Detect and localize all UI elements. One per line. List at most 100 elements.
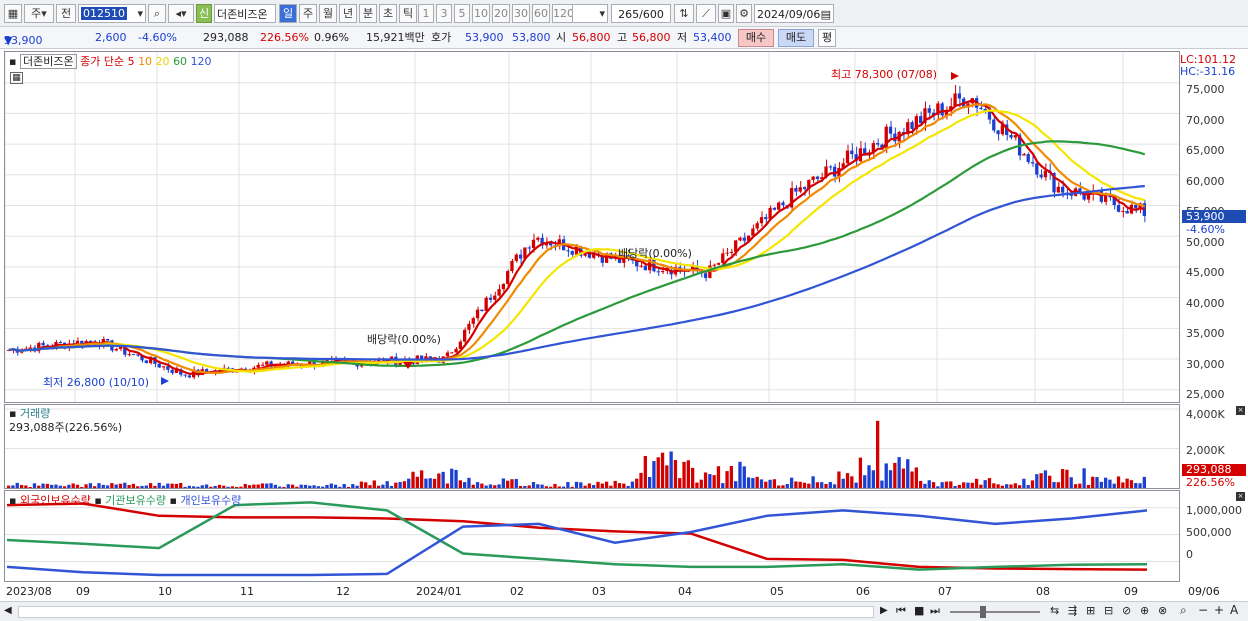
volume-panel[interactable]: ▪ 거래량 293,088주(226.56%) xyxy=(4,404,1180,489)
candle xyxy=(953,93,957,107)
prev-button[interactable]: 전 xyxy=(56,4,76,23)
volume-bar xyxy=(613,480,617,488)
volume-bar xyxy=(37,485,41,488)
volume-bar xyxy=(936,486,940,488)
volume-bar xyxy=(226,486,230,488)
layout-icon[interactable]: ▦ xyxy=(4,4,22,23)
table-icon[interactable]: ▦ xyxy=(10,72,23,84)
zoom-in-icon[interactable]: + xyxy=(1214,603,1224,617)
period-tab-5[interactable]: 초 xyxy=(379,4,397,23)
new-badge[interactable]: 신 xyxy=(196,4,212,23)
stock-name-field[interactable]: 더존비즈온 xyxy=(214,4,276,23)
forward-icon[interactable]: ⏭ xyxy=(930,604,940,618)
volume-bar xyxy=(699,479,703,488)
font-size-icon[interactable]: A xyxy=(1230,603,1238,617)
zoom-search-icon[interactable]: ⌕ xyxy=(1180,603,1187,618)
code-input[interactable]: 012510 ▾ xyxy=(78,4,146,23)
volume-bar xyxy=(1112,483,1116,488)
volume-bar xyxy=(1095,477,1099,488)
market-select[interactable]: 주▾ xyxy=(24,4,54,23)
save-icon[interactable]: ▣ xyxy=(718,4,734,23)
count-field[interactable]: 265/600 xyxy=(611,4,671,23)
volume-bar xyxy=(209,486,213,488)
price-panel[interactable]: ▪ 더존비즈온 종가 단순 5 10 20 60 120 ▦ 최고 78,300… xyxy=(4,51,1180,403)
search-icon[interactable]: ⌕ xyxy=(148,4,166,23)
period-tab-6[interactable]: 틱 xyxy=(399,4,417,23)
zoom-slider[interactable] xyxy=(950,611,1040,613)
period-tab-0[interactable]: 일 xyxy=(279,4,297,23)
volume-bar xyxy=(523,485,527,488)
volume-bar xyxy=(708,474,712,488)
tool-icon[interactable]: ⊗ xyxy=(1158,604,1167,617)
interval-button-1[interactable]: 3 xyxy=(436,4,452,23)
candle xyxy=(514,254,518,261)
volume-bar xyxy=(269,483,273,488)
scroll-track[interactable] xyxy=(18,606,874,618)
scroll-left-icon[interactable]: ◀ xyxy=(4,605,12,616)
volume-bar xyxy=(136,486,140,488)
interval-button-5[interactable]: 30 xyxy=(512,4,530,23)
candle xyxy=(660,271,665,273)
volume-bar xyxy=(863,475,867,488)
candle xyxy=(798,187,802,192)
volume-bar xyxy=(127,485,131,488)
volume-bar xyxy=(931,482,936,488)
volume-tick-4000k: 4,000K xyxy=(1186,408,1225,421)
volume-bar xyxy=(832,484,837,488)
candle xyxy=(480,309,484,312)
avg-button[interactable]: 평 xyxy=(818,29,836,47)
volume-bar xyxy=(570,486,574,488)
tool-icon[interactable]: ⊟ xyxy=(1104,604,1113,617)
tool-icon[interactable]: ⊕ xyxy=(1140,604,1149,617)
tool-icon[interactable]: ⇆ xyxy=(1050,604,1059,617)
interval-button-4[interactable]: 20 xyxy=(492,4,510,23)
tool-icon[interactable]: ⊞ xyxy=(1086,604,1095,617)
interval-button-7[interactable]: 120 xyxy=(552,4,574,23)
zoom-out-icon[interactable]: − xyxy=(1198,603,1208,617)
gear-icon[interactable]: ⚙ xyxy=(736,4,752,23)
count-value: 265 xyxy=(618,8,640,21)
candle xyxy=(144,360,148,364)
rewind-icon[interactable]: ⏮ xyxy=(896,604,906,618)
volume-bar xyxy=(501,478,506,488)
buy-button[interactable]: 매수 xyxy=(738,29,774,47)
zoom-slider-handle[interactable] xyxy=(980,606,986,618)
period-tab-1[interactable]: 주 xyxy=(299,4,317,23)
x-axis-label: 12 xyxy=(336,585,350,598)
close-icon[interactable]: × xyxy=(1236,406,1245,415)
scroll-right-icon[interactable]: ▶ xyxy=(880,605,888,616)
interval-select[interactable]: ▾ xyxy=(572,4,608,23)
volume-bar xyxy=(549,486,553,488)
price-tick: 30,000 xyxy=(1186,357,1225,371)
tool-icon[interactable]: ⊘ xyxy=(1122,604,1131,617)
speaker-icon[interactable]: ◂▾ xyxy=(168,4,194,23)
candle xyxy=(471,318,475,324)
chart-type-icon[interactable]: ⇅ xyxy=(674,4,694,23)
close-icon[interactable]: × xyxy=(1236,492,1245,501)
x-axis-label: 08 xyxy=(1036,585,1050,598)
tool-icon[interactable]: ⇶ xyxy=(1068,604,1077,617)
period-tab-2[interactable]: 월 xyxy=(319,4,337,23)
interval-button-3[interactable]: 10 xyxy=(472,4,490,23)
candle xyxy=(166,366,170,370)
volume-bar xyxy=(940,482,944,488)
date-field[interactable]: 2024/09/06 ▤ xyxy=(754,4,834,23)
draw-tool-icon[interactable]: ⟋ xyxy=(696,4,716,23)
x-axis-label: 06 xyxy=(856,585,870,598)
volume-bar xyxy=(875,420,880,488)
interval-button-6[interactable]: 60 xyxy=(532,4,550,23)
high-annotation: 최고 78,300 (07/08) xyxy=(831,68,938,81)
volume-bar xyxy=(691,467,695,488)
period-tab-4[interactable]: 분 xyxy=(359,4,377,23)
legend-marker-icon: ▪ xyxy=(169,494,177,507)
sell-button[interactable]: 매도 xyxy=(778,29,814,47)
stop-icon[interactable]: ■ xyxy=(914,604,924,617)
holding-panel[interactable]: ▪ 외국인보유수량 ▪ 기관보유수량 ▪ 개인보유수량 xyxy=(4,490,1180,582)
volume-bar xyxy=(923,483,927,488)
interval-button-2[interactable]: 5 xyxy=(454,4,470,23)
period-tab-3[interactable]: 년 xyxy=(339,4,357,23)
interval-button-0[interactable]: 1 xyxy=(418,4,434,23)
legend-institution: 기관보유수량 xyxy=(105,494,167,507)
volume-bar xyxy=(15,482,19,488)
volume-bar xyxy=(1078,483,1082,488)
